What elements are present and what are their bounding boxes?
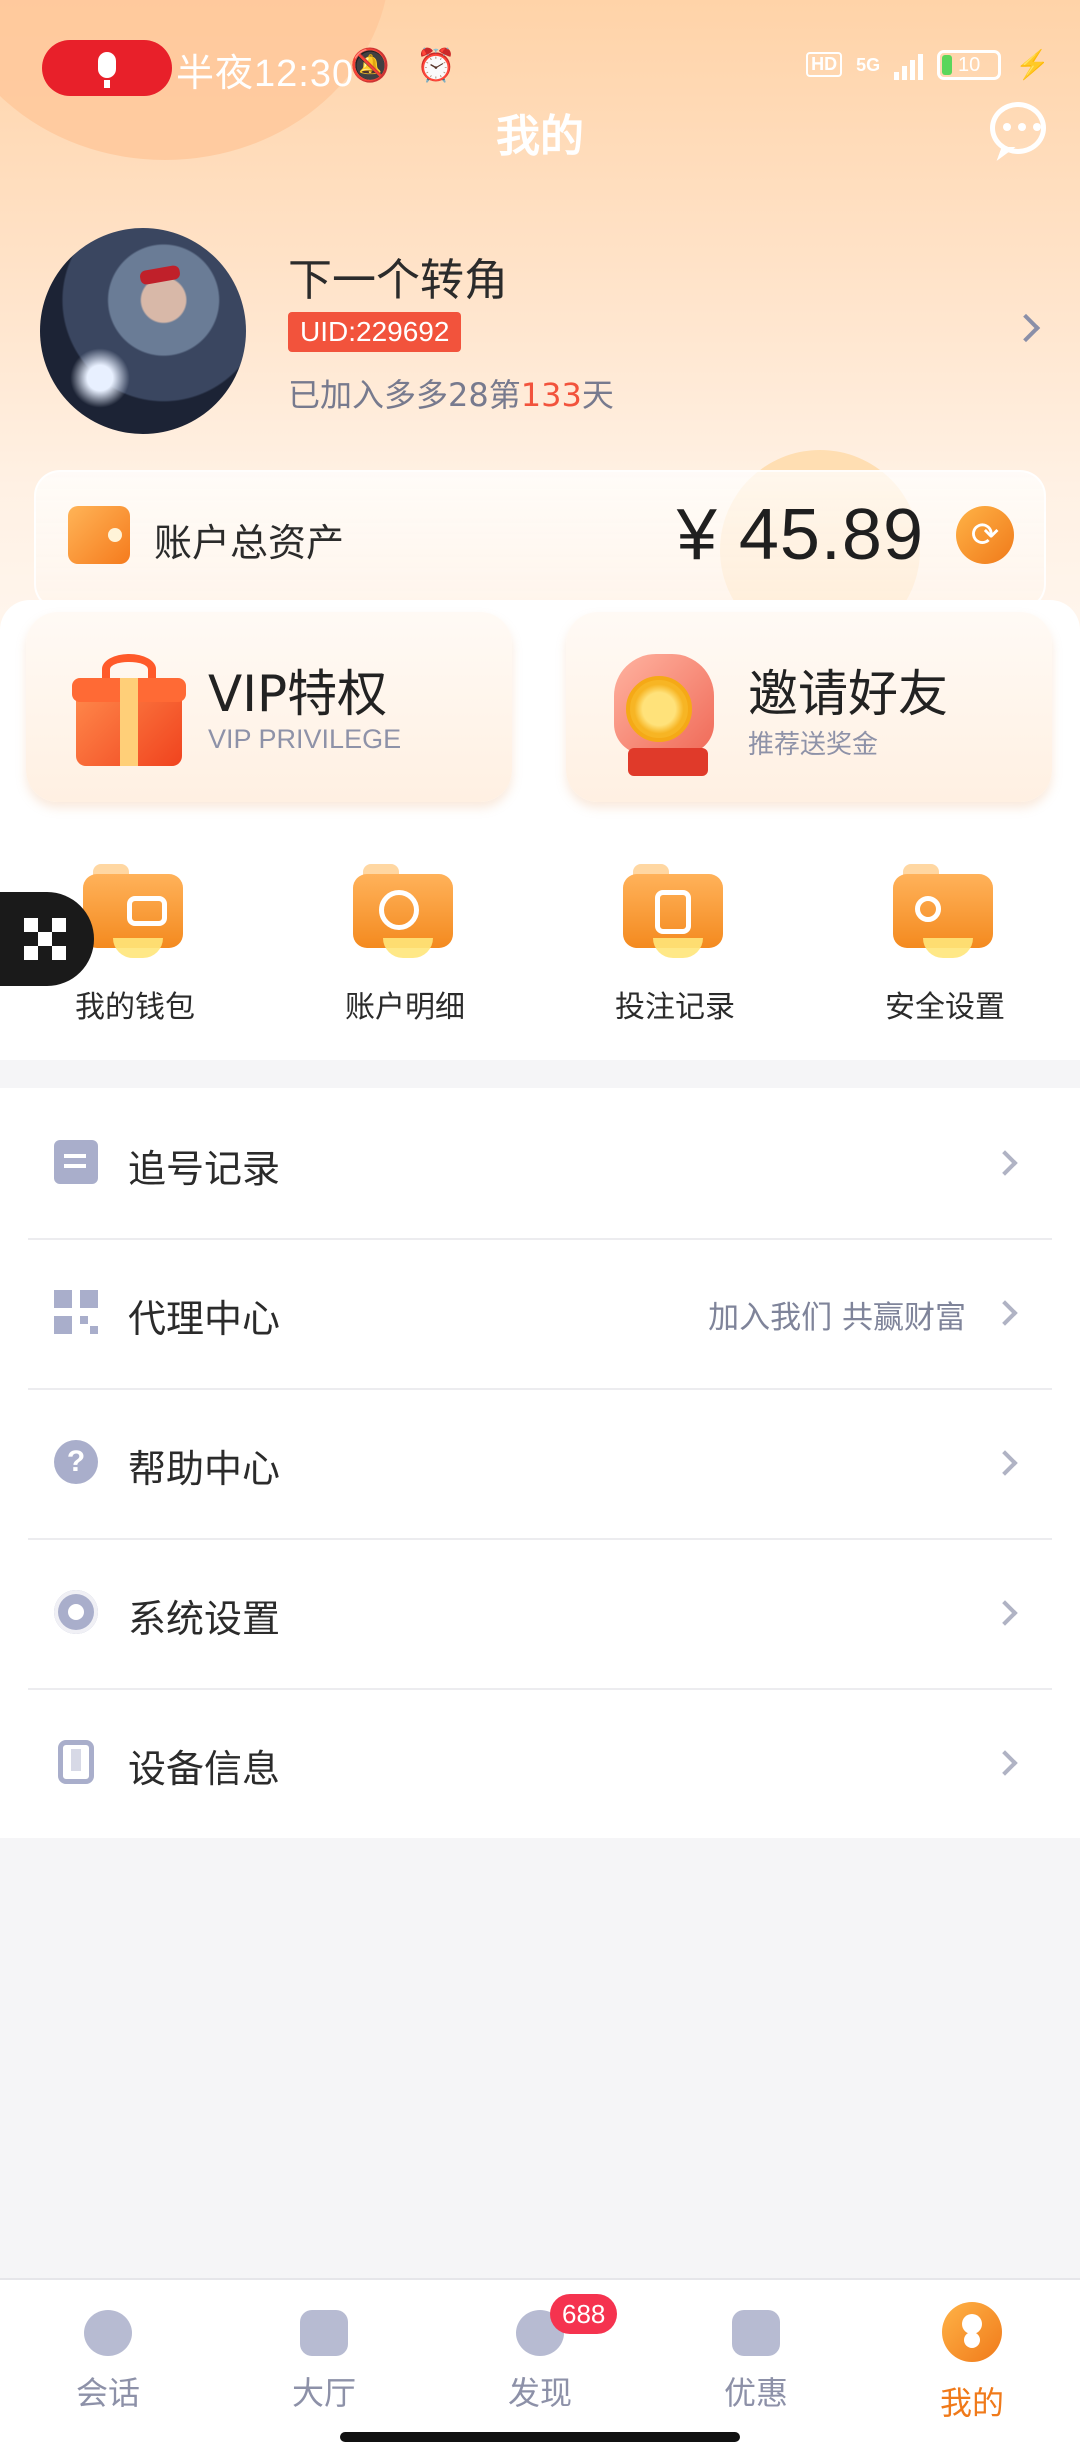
- record-icon: [54, 1140, 98, 1184]
- uid-badge: UID:229692: [288, 312, 462, 352]
- quick-action-account-details[interactable]: 账户明细: [270, 852, 540, 1032]
- chevron-right-icon: [992, 1750, 1018, 1776]
- chat-bubble-icon[interactable]: [990, 102, 1046, 154]
- chevron-right-icon: [992, 1450, 1018, 1476]
- gear-icon: [54, 1590, 98, 1634]
- menu-item-chase-records[interactable]: 追号记录: [0, 1088, 1080, 1238]
- joined-days-count: 133: [520, 376, 582, 414]
- home-indicator[interactable]: [340, 2432, 740, 2442]
- menu-item-help-center[interactable]: ? 帮助中心: [0, 1388, 1080, 1538]
- menu-item-system-settings[interactable]: 系统设置: [0, 1538, 1080, 1688]
- quick-actions: 我的钱包 账户明细 投注记录 安全设置: [0, 852, 1080, 1032]
- asset-card[interactable]: 账户总资产 ¥ 45.89 ⟳: [34, 470, 1046, 610]
- tab-me[interactable]: 我的: [864, 2298, 1080, 2422]
- chevron-right-icon: [992, 1300, 1018, 1326]
- chat-icon: [84, 2310, 132, 2356]
- menu-item-label: 帮助中心: [128, 1447, 281, 1491]
- promo-subtitle: VIP PRIVILEGE: [208, 724, 402, 754]
- asset-amount: ¥ 45.89: [676, 495, 924, 575]
- microphone-icon: [98, 52, 116, 78]
- promo-subtitle: 推荐送奖金: [748, 730, 879, 760]
- grid-icon: [24, 918, 66, 960]
- vip-privilege-card[interactable]: VIP特权 VIP PRIVILEGE: [26, 612, 512, 802]
- help-icon: ?: [54, 1440, 98, 1484]
- floating-menu-button[interactable]: [0, 892, 94, 986]
- network-type: 5G: [856, 54, 881, 75]
- menu-item-note: 加入我们 共赢财富: [708, 1300, 966, 1336]
- menu-item-label: 代理中心: [128, 1297, 281, 1341]
- qr-code-icon: [54, 1290, 98, 1334]
- menu-item-device-info[interactable]: 设备信息: [0, 1688, 1080, 1838]
- hd-icon: HD: [806, 52, 843, 77]
- avatar[interactable]: [40, 228, 246, 434]
- notification-badge: 688: [550, 2294, 618, 2334]
- coin-hand-icon: [606, 636, 726, 786]
- quick-action-security-settings[interactable]: 安全设置: [810, 852, 1080, 1032]
- alarm-icon: ⏰: [416, 46, 456, 84]
- promo-title: 邀请好友: [748, 665, 948, 723]
- status-time: 半夜12:30: [176, 53, 355, 95]
- joined-days-text: 已加入多多28第133天: [288, 376, 614, 414]
- charging-icon: ⚡: [1015, 49, 1050, 80]
- menu-item-label: 追号记录: [128, 1147, 281, 1191]
- search-icon: [353, 864, 453, 958]
- refresh-icon[interactable]: ⟳: [956, 506, 1014, 564]
- invite-friends-card[interactable]: 邀请好友 推荐送奖金: [566, 612, 1052, 802]
- quick-action-bet-records[interactable]: 投注记录: [540, 852, 810, 1032]
- tab-lobby[interactable]: 大厅: [216, 2298, 432, 2418]
- tab-chat[interactable]: 会话: [0, 2298, 216, 2418]
- yen-icon: [732, 2310, 780, 2356]
- gift-icon: [72, 654, 186, 766]
- signal-icon: [894, 50, 924, 80]
- menu-item-agent-center[interactable]: 代理中心 加入我们 共赢财富: [0, 1238, 1080, 1388]
- key-icon: [893, 864, 993, 958]
- settings-menu: 追号记录 代理中心 加入我们 共赢财富 ? 帮助中心 系统设置 设备信息: [0, 1088, 1080, 1838]
- page-title: 我的: [496, 111, 584, 162]
- bank-icon: [300, 2310, 348, 2356]
- document-icon: [623, 864, 723, 958]
- asset-label: 账户总资产: [154, 521, 345, 565]
- promo-title: VIP特权: [208, 665, 388, 723]
- phone-icon: [58, 1740, 94, 1784]
- wallet-icon: [68, 506, 130, 564]
- battery-icon: 10: [937, 49, 1002, 80]
- wallet-icon: [83, 864, 183, 958]
- battery-level: 10: [958, 53, 981, 76]
- chevron-right-icon: [992, 1150, 1018, 1176]
- chevron-right-icon: [992, 1600, 1018, 1626]
- mute-icon: 🔕: [350, 46, 390, 84]
- user-icon: [942, 2302, 1002, 2362]
- tab-discover[interactable]: 688 发现: [432, 2294, 648, 2418]
- username[interactable]: 下一个转角: [288, 244, 508, 308]
- status-bar: 半夜12:30 🔕 ⏰ HD 5G 10 ⚡: [0, 36, 1080, 100]
- recording-indicator[interactable]: [42, 40, 172, 96]
- menu-item-label: 设备信息: [128, 1747, 281, 1791]
- menu-item-label: 系统设置: [128, 1597, 281, 1641]
- tab-offers[interactable]: 优惠: [648, 2298, 864, 2418]
